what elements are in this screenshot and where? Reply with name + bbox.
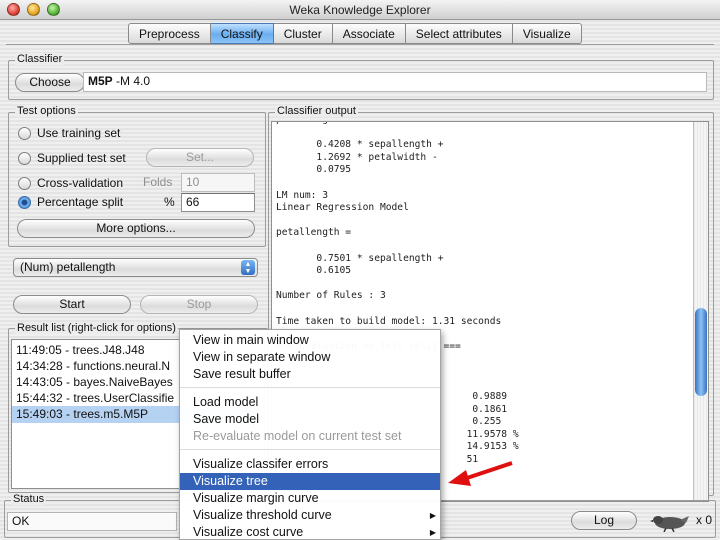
class-attribute-select[interactable]: (Num) petallength ▲ ▼: [13, 258, 258, 277]
percentage-split-label: Percentage split: [37, 195, 124, 209]
percentage-split-option[interactable]: Percentage split: [18, 194, 123, 210]
tab-preprocess[interactable]: Preprocess: [128, 23, 211, 44]
supplied-test-set-label: Supplied test set: [37, 151, 126, 165]
folds-input[interactable]: 10: [181, 173, 255, 192]
menu-re-evaluate-model: Re-evaluate model on current test set: [193, 429, 402, 443]
percent-input[interactable]: 66: [181, 193, 255, 212]
tab-bar: Preprocess Classify Cluster Associate Se…: [128, 23, 582, 44]
set-button[interactable]: Set...: [146, 148, 254, 167]
cross-validation-label: Cross-validation: [37, 176, 124, 190]
submenu-arrow-icon: ▶: [429, 511, 436, 520]
cross-validation-option[interactable]: Cross-validation: [18, 175, 123, 191]
menu-visualize-cost-curve-label: Visualize cost curve: [193, 525, 304, 539]
menu-visualize-margin-curve[interactable]: Visualize margin curve: [180, 490, 440, 507]
use-training-set-label: Use training set: [37, 126, 121, 140]
menu-visualize-classifier-errors[interactable]: Visualize classifer errors: [180, 456, 440, 473]
classifier-field[interactable]: M5P -M 4.0: [83, 72, 707, 92]
stop-button[interactable]: Stop: [140, 295, 258, 314]
classifier-output-group-label: Classifier output: [275, 105, 358, 117]
result-list-item[interactable]: 11:49:05 - trees.J48.J48: [14, 342, 145, 359]
result-list-item[interactable]: 15:44:32 - trees.UserClassifie: [14, 390, 174, 407]
tab-cluster[interactable]: Cluster: [273, 23, 333, 44]
supplied-test-set-option[interactable]: Supplied test set: [18, 150, 126, 166]
x-count: x 0: [696, 513, 713, 527]
menu-separator: [180, 387, 440, 388]
select-arrows-icon: ▲ ▼: [241, 260, 255, 275]
weka-bird-icon: [650, 510, 690, 533]
menu-view-separate-window[interactable]: View in separate window: [180, 349, 440, 366]
percentage-split-radio[interactable]: [18, 195, 31, 209]
choose-button[interactable]: Choose: [15, 73, 85, 92]
tab-classify[interactable]: Classify: [210, 23, 274, 44]
result-context-menu: View in main window View in separate win…: [179, 329, 441, 540]
classifier-name: M5P: [88, 74, 113, 88]
folds-label: Folds: [143, 175, 173, 189]
status-group-label: Status: [11, 493, 47, 505]
percent-symbol: %: [164, 195, 175, 209]
cross-validation-radio[interactable]: [18, 176, 31, 190]
menu-visualize-threshold-curve-label: Visualize threshold curve: [193, 508, 332, 522]
supplied-test-set-radio[interactable]: [18, 151, 31, 165]
title-bar: Weka Knowledge Explorer: [0, 0, 720, 20]
tab-select-attributes[interactable]: Select attributes: [405, 23, 513, 44]
result-list-item[interactable]: 14:34:28 - functions.neural.N: [14, 358, 170, 375]
result-list-item[interactable]: 14:43:05 - bayes.NaiveBayes: [14, 374, 173, 391]
classifier-group-label: Classifier: [15, 53, 65, 65]
menu-visualize-tree[interactable]: Visualize tree: [180, 473, 440, 490]
test-options-group-label: Test options: [15, 105, 78, 117]
log-button[interactable]: Log: [571, 511, 637, 530]
menu-save-result-buffer[interactable]: Save result buffer: [180, 366, 440, 383]
start-button[interactable]: Start: [13, 295, 131, 314]
annotation-arrow-icon: [448, 461, 513, 486]
menu-visualize-threshold-curve[interactable]: Visualize threshold curve ▶: [180, 507, 440, 524]
classifier-options: -M 4.0: [112, 74, 151, 88]
tab-divider: [6, 44, 714, 45]
status-text: OK: [7, 512, 177, 531]
output-scroll-thumb[interactable]: [695, 308, 707, 396]
menu-save-model[interactable]: Save model: [180, 411, 440, 428]
use-training-set-option[interactable]: Use training set: [18, 125, 120, 141]
submenu-arrow-icon: ▶: [429, 528, 436, 537]
menu-view-main-window[interactable]: View in main window: [180, 332, 440, 349]
menu-separator: [180, 449, 440, 450]
menu-load-model[interactable]: Load model: [180, 394, 440, 411]
window-title: Weka Knowledge Explorer: [289, 3, 431, 17]
class-attribute-value: (Num) petallength: [20, 260, 116, 274]
result-list-group-label: Result list (right-click for options): [15, 322, 178, 334]
use-training-set-radio[interactable]: [18, 126, 31, 140]
tab-associate[interactable]: Associate: [332, 23, 406, 44]
menu-visualize-cost-curve[interactable]: Visualize cost curve ▶: [180, 524, 440, 540]
output-scrollbar[interactable]: [693, 122, 708, 501]
tab-visualize[interactable]: Visualize: [512, 23, 582, 44]
more-options-button[interactable]: More options...: [17, 219, 255, 238]
